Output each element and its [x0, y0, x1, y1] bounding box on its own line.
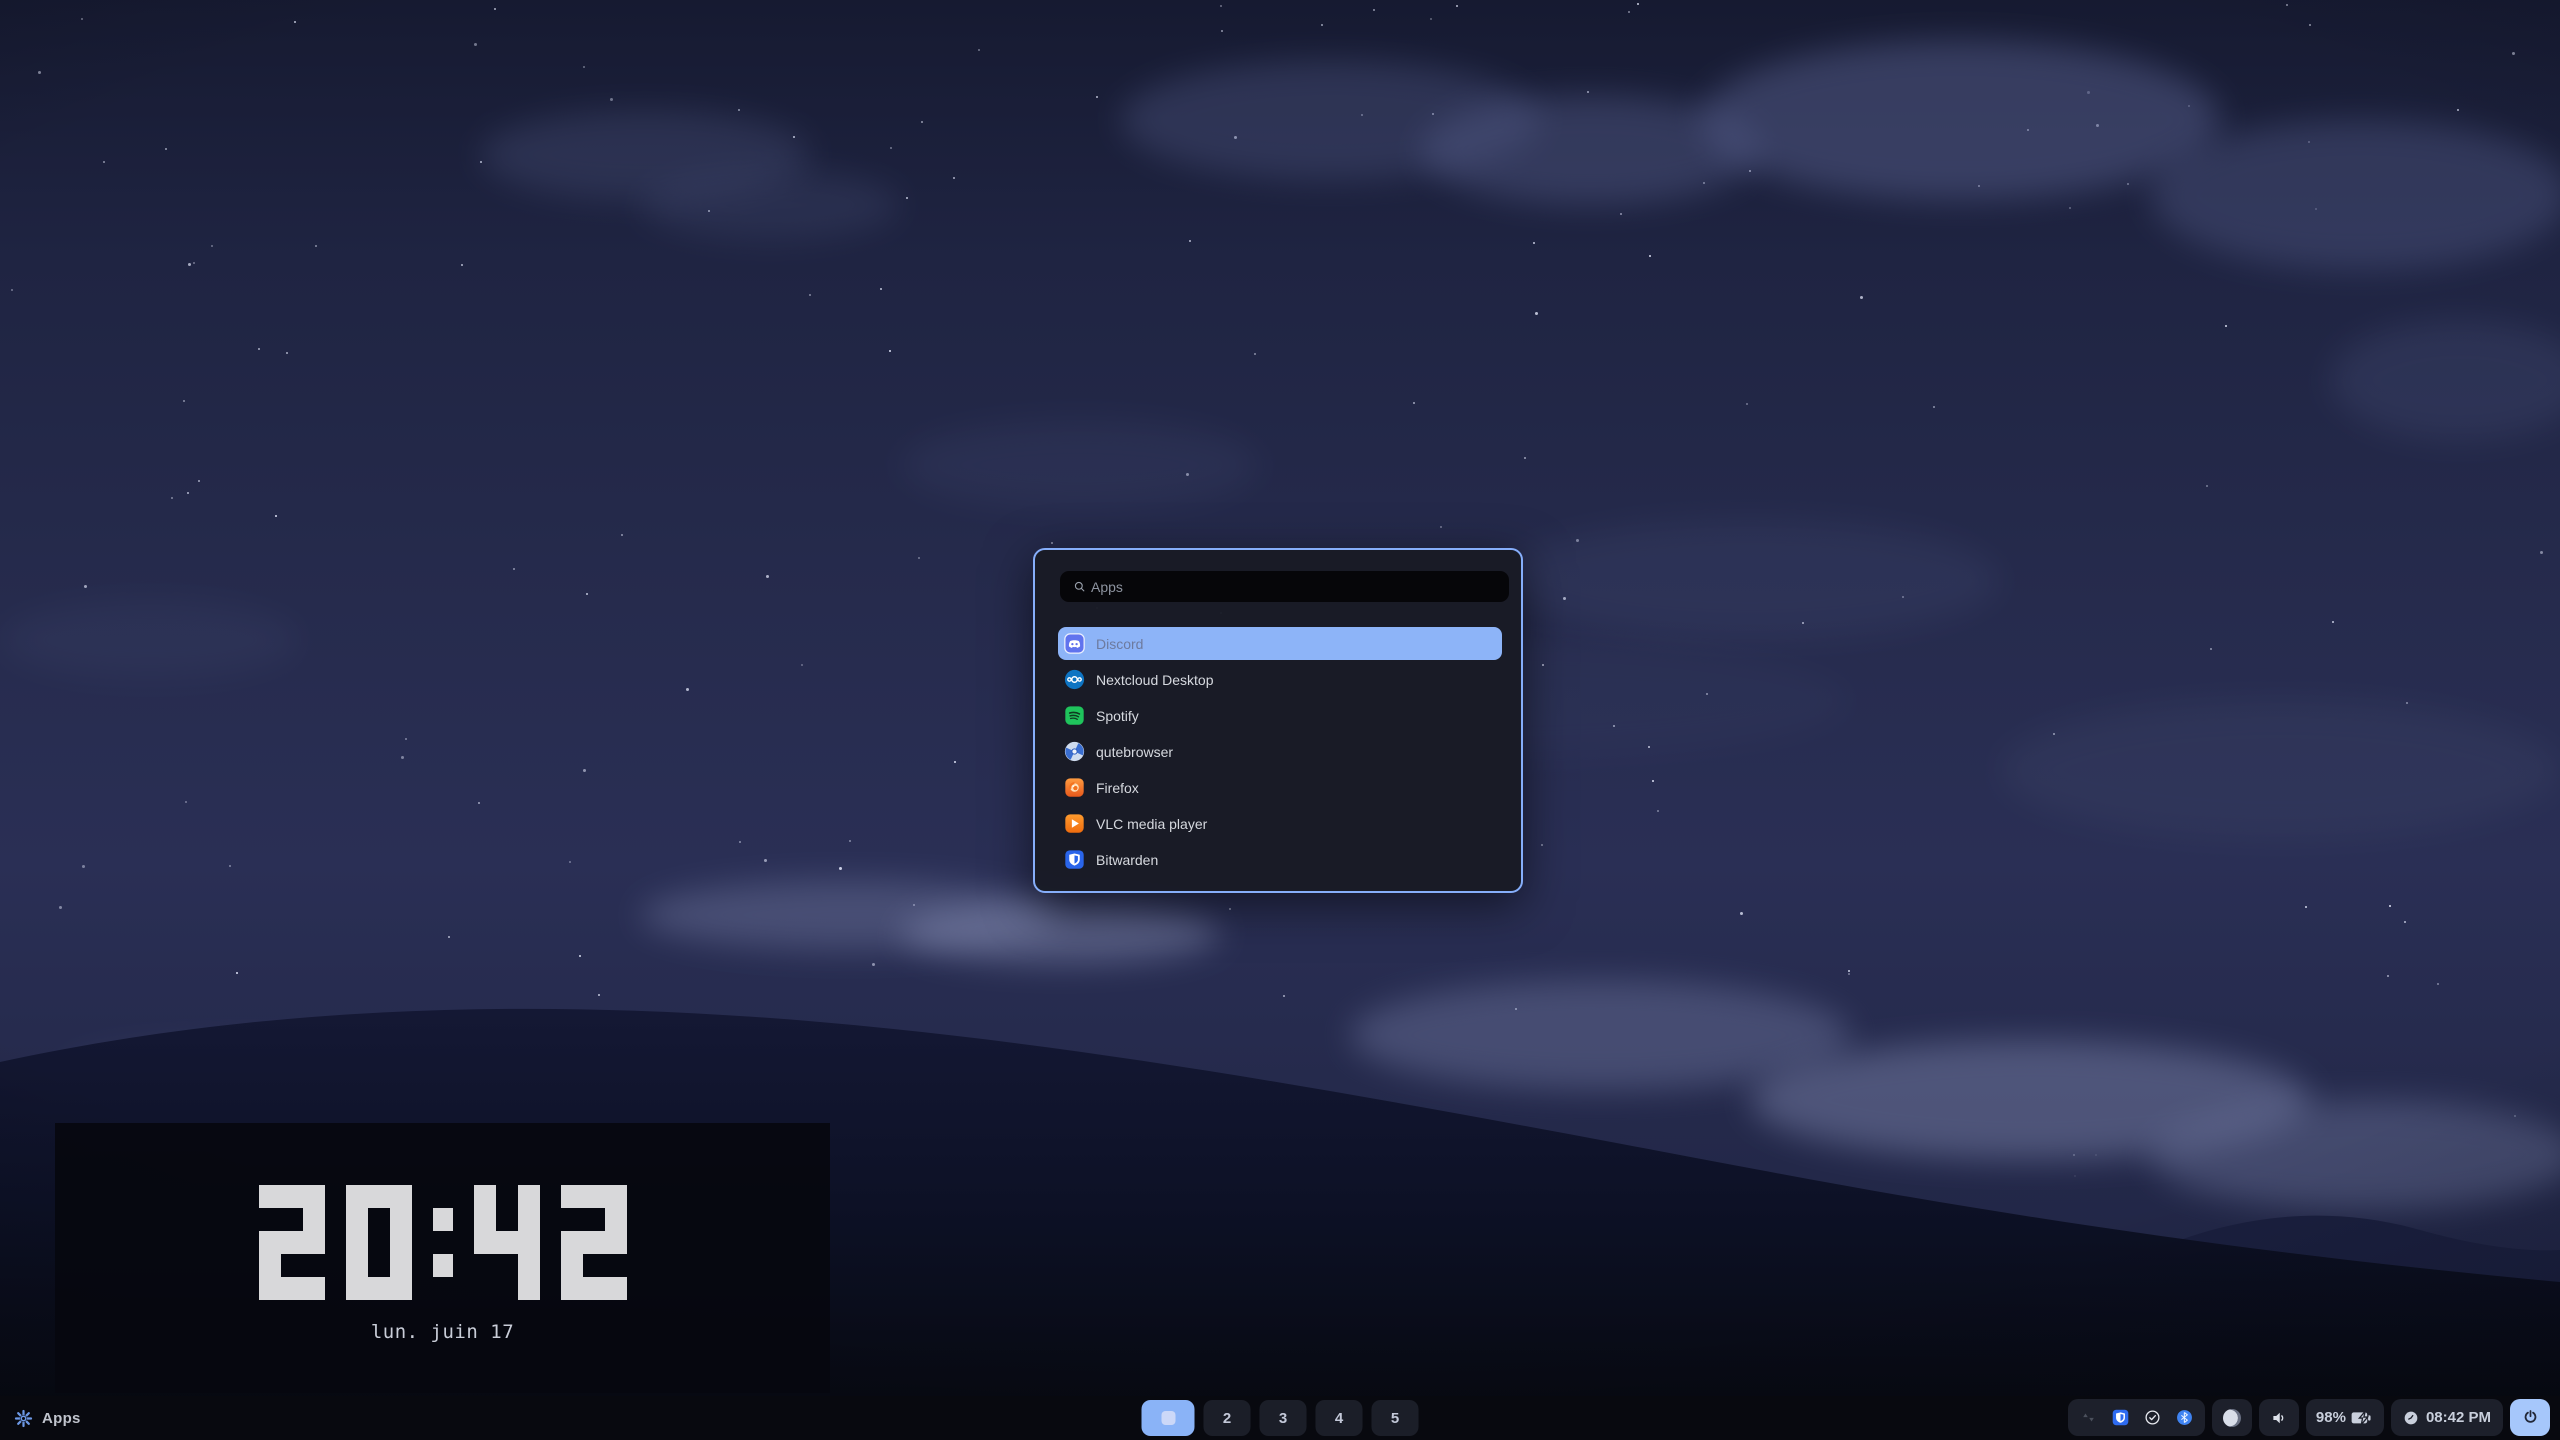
- workspace-label: 2: [1223, 1410, 1231, 1427]
- clock-digit: [346, 1185, 412, 1300]
- discord-icon: [1064, 633, 1085, 654]
- clock-date: lun. juin 17: [371, 1321, 514, 1343]
- clock-digit: [474, 1185, 540, 1300]
- search-icon: [1073, 580, 1087, 594]
- system-tray: 98% 08:42 PM: [2068, 1399, 2550, 1436]
- app-row-spotify[interactable]: Spotify: [1058, 699, 1502, 732]
- app-row-discord[interactable]: Discord: [1058, 627, 1502, 660]
- workspace-button-4[interactable]: 4: [1316, 1400, 1363, 1436]
- launcher-search-bar[interactable]: [1060, 571, 1509, 602]
- bitwarden-tray-icon[interactable]: [2112, 1409, 2129, 1426]
- workspace-label: 3: [1279, 1410, 1287, 1427]
- battery-percent: 98%: [2316, 1409, 2346, 1426]
- app-label: Nextcloud Desktop: [1096, 672, 1214, 688]
- clock-digit: [561, 1185, 627, 1300]
- app-row-qutebrowser[interactable]: qutebrowser: [1058, 735, 1502, 768]
- taskbar-time: 08:42 PM: [2426, 1409, 2491, 1426]
- app-row-nextcloud-desktop[interactable]: Nextcloud Desktop: [1058, 663, 1502, 696]
- check-circle-icon[interactable]: [2144, 1409, 2161, 1426]
- gear-icon: [14, 1409, 33, 1428]
- battery-charging-icon: [2351, 1411, 2374, 1425]
- clock-digit: [259, 1185, 325, 1300]
- app-row-firefox[interactable]: Firefox: [1058, 771, 1502, 804]
- apps-menu-label: Apps: [42, 1410, 81, 1427]
- app-label: Spotify: [1096, 708, 1139, 724]
- workspace-button-5[interactable]: 5: [1372, 1400, 1419, 1436]
- power-button[interactable]: [2510, 1399, 2550, 1436]
- workspace-window-indicator: [1161, 1411, 1175, 1425]
- bluetooth-icon[interactable]: [2176, 1409, 2193, 1426]
- battery-indicator[interactable]: 98%: [2306, 1399, 2384, 1436]
- workspace-label: 5: [1391, 1410, 1399, 1427]
- nextcloud-icon: [1064, 669, 1085, 690]
- app-label: Discord: [1096, 636, 1143, 652]
- app-label: qutebrowser: [1096, 744, 1173, 760]
- clock-icon: [2403, 1410, 2419, 1426]
- workspace-label: 4: [1335, 1410, 1343, 1427]
- night-light-button[interactable]: [2212, 1399, 2252, 1436]
- moon-icon: [2223, 1409, 2241, 1427]
- volume-icon: [2270, 1409, 2288, 1427]
- workspace-button-3[interactable]: 3: [1260, 1400, 1307, 1436]
- app-label: Bitwarden: [1096, 852, 1158, 868]
- workspace-switcher: 2 3 4 5: [1142, 1400, 1419, 1436]
- vlc-icon: [1064, 813, 1085, 834]
- clock-time: [259, 1185, 627, 1300]
- tray-status-group[interactable]: [2068, 1399, 2205, 1436]
- app-row-vlc-media-player[interactable]: VLC media player: [1058, 807, 1502, 840]
- app-list: Discord Nextcloud Desktop Spotify qutebr…: [1058, 627, 1502, 879]
- bitwarden-icon: [1064, 849, 1085, 870]
- spotify-icon: [1064, 705, 1085, 726]
- app-launcher[interactable]: Discord Nextcloud Desktop Spotify qutebr…: [1033, 548, 1523, 893]
- clock-colon: [433, 1185, 453, 1300]
- power-icon: [2522, 1409, 2539, 1426]
- app-label: Firefox: [1096, 780, 1139, 796]
- search-input[interactable]: [1089, 578, 1473, 596]
- apps-menu-button[interactable]: Apps: [14, 1396, 81, 1440]
- app-label: VLC media player: [1096, 816, 1207, 832]
- app-row-bitwarden[interactable]: Bitwarden: [1058, 843, 1502, 876]
- qutebrowser-icon: [1064, 741, 1085, 762]
- workspace-button-2[interactable]: 2: [1204, 1400, 1251, 1436]
- clock-pill[interactable]: 08:42 PM: [2391, 1399, 2503, 1436]
- workspace-button-1[interactable]: [1142, 1400, 1195, 1436]
- clock-widget: lun. juin 17: [55, 1123, 830, 1393]
- sync-arrows-icon[interactable]: [2080, 1409, 2097, 1426]
- volume-button[interactable]: [2259, 1399, 2299, 1436]
- taskbar: Apps 2 3 4 5 98% 08:42 PM: [0, 1396, 2560, 1440]
- firefox-icon: [1064, 777, 1085, 798]
